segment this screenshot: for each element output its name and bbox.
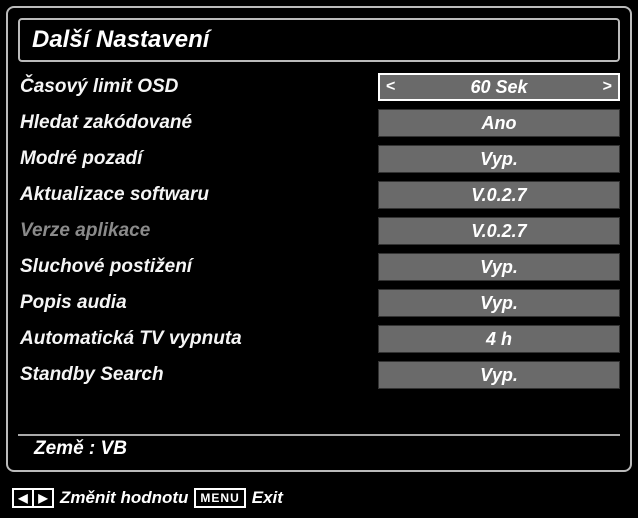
settings-value-selector[interactable]: Ano <box>378 109 620 137</box>
settings-value-selector[interactable]: Vyp. <box>378 253 620 281</box>
left-right-icon: ◀ ▶ <box>12 488 54 508</box>
settings-row[interactable]: Popis audia Vyp. <box>18 286 620 320</box>
settings-row-label: Aktualizace softwaru <box>18 184 378 206</box>
settings-row-label: Verze aplikace <box>18 220 378 242</box>
footer-hints: ◀ ▶ Změnit hodnotu MENU Exit <box>12 488 283 508</box>
country-label: Země <box>34 438 84 459</box>
settings-row[interactable]: Modré pozadí Vyp. <box>18 142 620 176</box>
title-box: Další Nastavení <box>18 18 620 62</box>
settings-value-text: Vyp. <box>480 149 518 170</box>
settings-row[interactable]: Automatická TV vypnuta 4 h <box>18 322 620 356</box>
settings-value-selector[interactable]: Vyp. <box>378 289 620 317</box>
settings-row-label: Sluchové postižení <box>18 256 378 278</box>
settings-row-label: Modré pozadí <box>18 148 378 170</box>
chevron-right-icon[interactable]: > <box>603 78 612 96</box>
triangle-right-icon: ▶ <box>34 490 52 506</box>
triangle-left-icon: ◀ <box>14 490 32 506</box>
country-info: Země : VB <box>34 438 127 460</box>
settings-value-text: 60 Sek <box>470 77 527 98</box>
exit-hint: Exit <box>252 488 283 508</box>
settings-panel: Další Nastavení Časový limit OSD < >60 Sek… <box>6 6 632 472</box>
country-value: VB <box>101 438 127 459</box>
chevron-left-icon[interactable]: < <box>386 78 395 96</box>
settings-row[interactable]: Časový limit OSD < >60 Sek <box>18 70 620 104</box>
settings-list: Časový limit OSD < >60 Sek Hledat zakódovan… <box>18 70 620 392</box>
settings-value-text: V.0.2.7 <box>471 221 526 242</box>
settings-value-text: 4 h <box>486 329 512 350</box>
settings-row-label: Automatická TV vypnuta <box>18 328 378 350</box>
settings-row-label: Časový limit OSD <box>18 76 378 98</box>
change-value-hint: Změnit hodnotu <box>60 488 188 508</box>
settings-value-selector[interactable]: V.0.2.7 <box>378 181 620 209</box>
settings-value-selector[interactable]: < >60 Sek <box>378 73 620 101</box>
settings-row[interactable]: Hledat zakódované Ano <box>18 106 620 140</box>
settings-row[interactable]: Standby Search Vyp. <box>18 358 620 392</box>
settings-value-selector[interactable]: V.0.2.7 <box>378 217 620 245</box>
page-title: Další Nastavení <box>32 26 606 54</box>
settings-value-selector[interactable]: Vyp. <box>378 361 620 389</box>
settings-value-text: V.0.2.7 <box>471 185 526 206</box>
settings-row-label: Popis audia <box>18 292 378 314</box>
settings-row[interactable]: Sluchové postižení Vyp. <box>18 250 620 284</box>
divider <box>18 434 620 436</box>
settings-value-text: Ano <box>482 113 517 134</box>
settings-value-text: Vyp. <box>480 293 518 314</box>
settings-row-label: Hledat zakódované <box>18 112 378 134</box>
settings-row[interactable]: Verze aplikace V.0.2.7 <box>18 214 620 248</box>
settings-value-selector[interactable]: 4 h <box>378 325 620 353</box>
settings-value-text: Vyp. <box>480 365 518 386</box>
settings-value-selector[interactable]: Vyp. <box>378 145 620 173</box>
settings-row-label: Standby Search <box>18 364 378 386</box>
country-separator: : <box>89 438 101 459</box>
settings-row[interactable]: Aktualizace softwaru V.0.2.7 <box>18 178 620 212</box>
settings-value-text: Vyp. <box>480 257 518 278</box>
menu-button-icon: MENU <box>194 488 245 508</box>
